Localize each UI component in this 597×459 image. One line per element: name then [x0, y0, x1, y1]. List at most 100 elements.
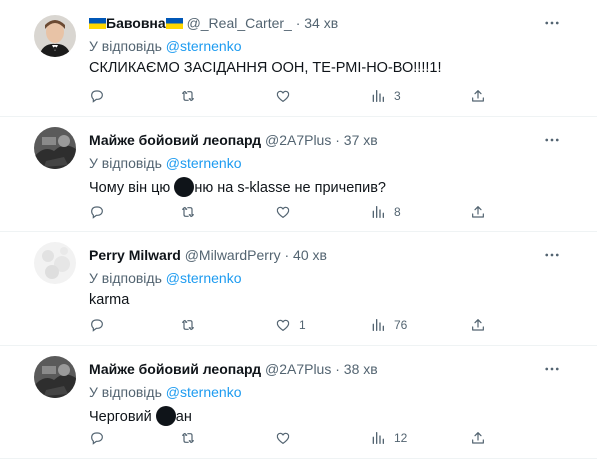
tweet-text-part: Черговий [89, 409, 156, 425]
reply-prefix: У відповідь [89, 384, 162, 400]
views-button[interactable]: 8 [370, 201, 401, 223]
like-icon [276, 432, 290, 445]
display-name[interactable]: Майже бойовий леопард [89, 132, 261, 148]
timestamp[interactable]: · 40 хв [285, 247, 327, 263]
like-button[interactable] [275, 201, 299, 223]
retweet-button[interactable] [180, 85, 196, 107]
tweet[interactable]: Perry Milward @MilwardPerry · 40 хв У ві… [0, 232, 597, 346]
views-icon [372, 319, 384, 331]
display-name[interactable]: Perry Milward [89, 247, 181, 263]
reply-context: У відповідь @sternenko [89, 155, 241, 171]
view-count: 8 [394, 205, 401, 219]
tweet-actions: 12 [0, 427, 597, 449]
tweet-text-part: ан [175, 409, 192, 425]
tweet[interactable]: Майже бойовий леопард @2A7Plus · 37 хв У… [0, 117, 597, 232]
like-count: 1 [299, 318, 306, 332]
mention-link[interactable]: @sternenko [166, 38, 242, 54]
tweet-text-part: Чому він цю [89, 180, 175, 196]
timestamp[interactable]: · 34 хв [296, 15, 338, 31]
views-button[interactable]: 76 [370, 314, 407, 336]
view-count: 3 [394, 89, 401, 103]
view-count: 76 [394, 318, 408, 332]
tweet-header: Майже бойовий леопард @2A7Plus · 37 хв [89, 132, 378, 148]
more-icon[interactable] [543, 246, 561, 269]
user-handle[interactable]: @2A7Plus [265, 361, 331, 377]
like-icon [276, 319, 290, 332]
tweet-header: Бавовна @_Real_Carter_ · 34 хв [89, 15, 338, 31]
views-button[interactable]: 12 [370, 427, 407, 449]
share-icon [472, 206, 484, 218]
mention-link[interactable]: @sternenko [166, 155, 242, 171]
like-button[interactable] [275, 427, 299, 449]
timestamp[interactable]: · 37 хв [335, 132, 377, 148]
tweet-header: Perry Milward @MilwardPerry · 40 хв [89, 247, 327, 263]
redaction-blob [174, 177, 195, 197]
views-icon [372, 206, 384, 218]
share-button[interactable] [470, 314, 486, 336]
more-icon[interactable] [543, 14, 561, 37]
reply-context: У відповідь @sternenko [89, 38, 241, 54]
tweet-actions: 3 [0, 85, 597, 107]
retweet-icon [182, 319, 194, 331]
more-icon[interactable] [543, 360, 561, 383]
share-icon [472, 432, 484, 444]
tweet[interactable]: Майже бойовий леопард @2A7Plus · 38 хв У… [0, 346, 597, 459]
ukraine-flag-icon [89, 18, 106, 29]
tweet-text: karma [89, 292, 130, 308]
like-icon [276, 90, 290, 103]
reply-context: У відповідь @sternenko [89, 384, 241, 400]
avatar[interactable] [34, 15, 76, 57]
share-button[interactable] [470, 201, 486, 223]
view-count: 12 [394, 431, 408, 445]
user-handle[interactable]: @_Real_Carter_ [187, 15, 292, 31]
ukraine-flag-icon [165, 18, 183, 29]
more-icon[interactable] [543, 131, 561, 154]
views-icon [372, 432, 384, 444]
share-icon [472, 319, 484, 331]
retweet-icon [182, 432, 194, 444]
reply-icon [91, 206, 103, 219]
display-name[interactable]: Майже бойовий леопард [89, 361, 261, 377]
reply-prefix: У відповідь [89, 38, 162, 54]
mention-link[interactable]: @sternenko [166, 384, 242, 400]
display-name[interactable]: Бавовна [106, 15, 166, 31]
retweet-button[interactable] [180, 201, 196, 223]
like-icon [276, 206, 290, 219]
tweet-text: Чому він цю ню на s-klasse не причепив? [89, 177, 386, 197]
reply-icon [91, 432, 103, 445]
reply-icon [91, 319, 103, 332]
views-button[interactable]: 3 [370, 85, 401, 107]
views-icon [372, 90, 384, 102]
timestamp[interactable]: · 38 хв [335, 361, 377, 377]
share-button[interactable] [470, 427, 486, 449]
mention-link[interactable]: @sternenko [166, 270, 242, 286]
share-button[interactable] [470, 85, 486, 107]
reply-button[interactable] [89, 427, 105, 449]
reply-button[interactable] [89, 85, 105, 107]
redaction-blob [155, 406, 176, 426]
reply-prefix: У відповідь [89, 270, 162, 286]
like-button[interactable] [275, 85, 299, 107]
reply-prefix: У відповідь [89, 155, 162, 171]
retweet-button[interactable] [180, 427, 196, 449]
reply-button[interactable] [89, 314, 105, 336]
tweet-text: СКЛИКАЄМО ЗАСІДАННЯ ООН, ТЕ-РМІ-НО-ВО!!!… [89, 60, 442, 76]
tweet-text: Черговий ан [89, 406, 192, 426]
avatar[interactable] [34, 356, 76, 398]
reply-button[interactable] [89, 201, 105, 223]
reply-icon [91, 90, 103, 103]
tweet[interactable]: Бавовна @_Real_Carter_ · 34 хв У відпові… [0, 0, 597, 117]
tweet-header: Майже бойовий леопард @2A7Plus · 38 хв [89, 361, 378, 377]
tweet-actions: 8 [0, 201, 597, 223]
like-button[interactable]: 1 [275, 314, 306, 336]
retweet-button[interactable] [180, 314, 196, 336]
avatar[interactable] [34, 242, 76, 284]
reply-context: У відповідь @sternenko [89, 270, 241, 286]
user-handle[interactable]: @MilwardPerry [185, 247, 281, 263]
share-icon [472, 90, 484, 102]
user-handle[interactable]: @2A7Plus [265, 132, 331, 148]
avatar[interactable] [34, 127, 76, 169]
retweet-icon [182, 90, 194, 102]
retweet-icon [182, 206, 194, 218]
tweet-text-part: ню на s-klasse не причепив? [194, 180, 386, 196]
